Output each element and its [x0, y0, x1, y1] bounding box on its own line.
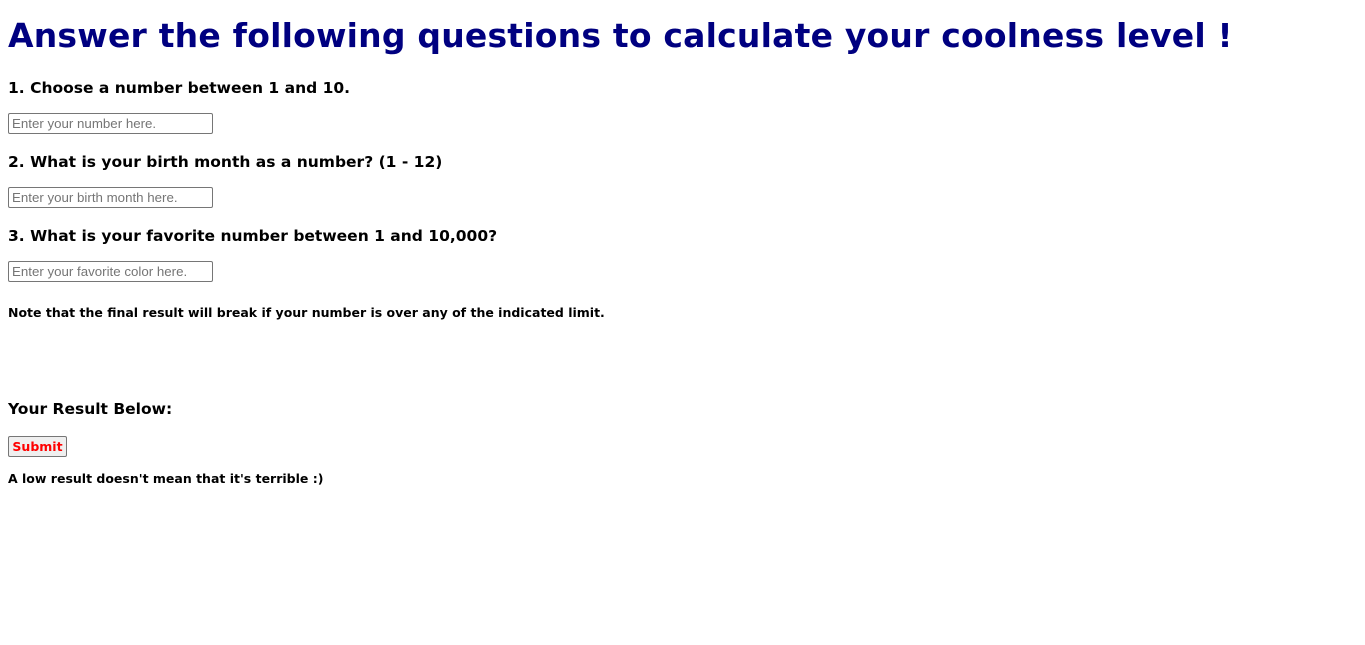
page-title: Answer the following questions to calcul… — [8, 16, 1233, 55]
question-1-label: 1. Choose a number between 1 and 10. — [8, 79, 351, 97]
favorite-number-input[interactable] — [8, 261, 213, 282]
birth-month-input[interactable] — [8, 187, 213, 208]
number-input[interactable] — [8, 113, 213, 134]
limit-note: Note that the final result will break if… — [8, 305, 605, 320]
result-label: Your Result Below: — [8, 400, 173, 418]
submit-button[interactable]: Submit — [8, 436, 67, 457]
question-2-label: 2. What is your birth month as a number?… — [8, 153, 443, 171]
question-3-label: 3. What is your favorite number between … — [8, 227, 498, 245]
result-footnote: A low result doesn't mean that it's terr… — [8, 471, 324, 486]
